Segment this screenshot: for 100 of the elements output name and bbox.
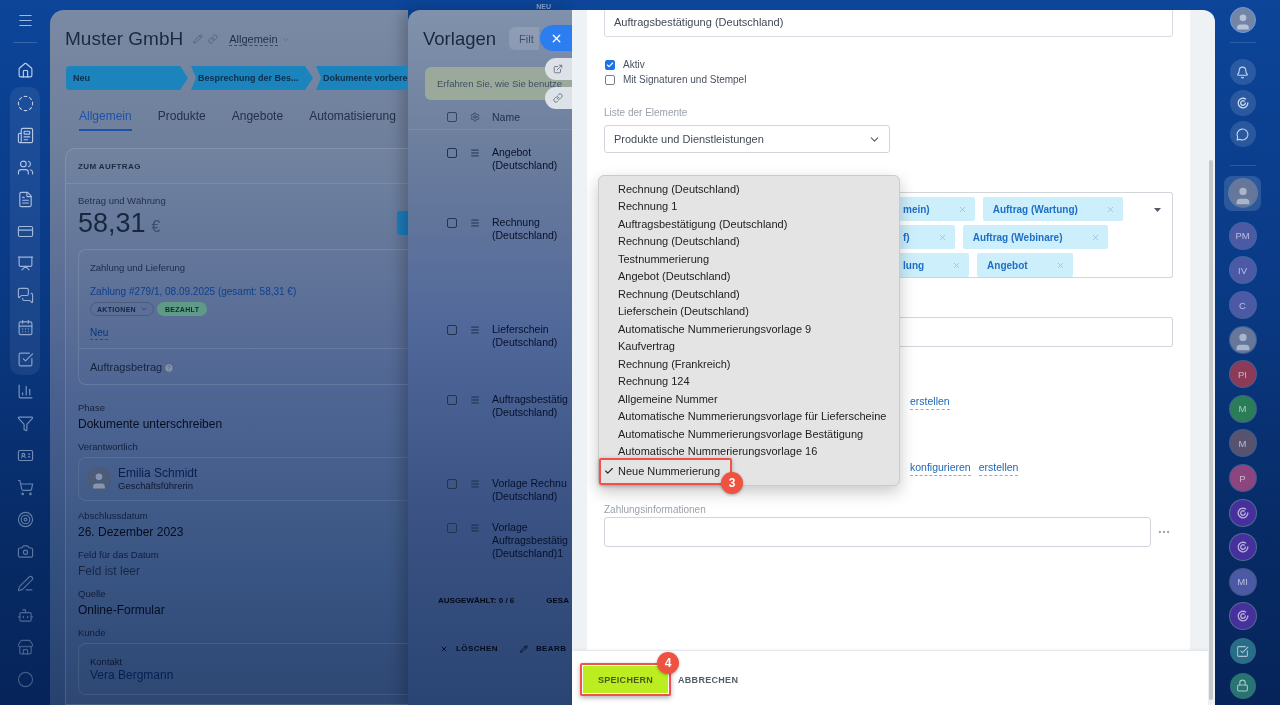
cancel-button[interactable]: ABBRECHEN bbox=[678, 666, 739, 693]
select-all-checkbox[interactable] bbox=[447, 111, 457, 122]
section-title: ZUM AUFTRAG bbox=[78, 161, 141, 171]
stage-step[interactable]: Neu bbox=[66, 66, 188, 90]
menu-item[interactable]: Kaufvertrag bbox=[599, 337, 899, 355]
field-label: Feld für das Datum bbox=[78, 549, 159, 561]
action-link[interactable]: konfigurieren bbox=[910, 461, 971, 476]
row-checkbox[interactable] bbox=[447, 217, 457, 228]
target-icon[interactable] bbox=[16, 510, 34, 528]
tag-select-field[interactable]: mein) Auftrag (Wartung) f) Auftrag (Webinare) lung Angebot bbox=[900, 192, 1173, 278]
menu-item[interactable]: Rechnung (Deutschland) bbox=[599, 180, 899, 198]
edit-button[interactable]: BEARB bbox=[519, 644, 567, 654]
input-field[interactable] bbox=[900, 317, 1173, 347]
row-checkbox[interactable] bbox=[447, 324, 457, 335]
field-label: Zahlung und Lieferung bbox=[90, 262, 186, 274]
caret-icon bbox=[139, 305, 148, 313]
menu-item[interactable]: Rechnung 124 bbox=[599, 372, 899, 390]
drag-handle-icon[interactable] bbox=[470, 324, 480, 335]
pencil-icon bbox=[519, 645, 528, 653]
menu-item[interactable]: Automatische Nummerierungsvorlage Bestätigung bbox=[599, 425, 899, 443]
camera-icon[interactable] bbox=[16, 542, 34, 560]
document-icon[interactable] bbox=[16, 190, 34, 208]
bell-icon[interactable] bbox=[1229, 59, 1256, 85]
row-checkbox[interactable] bbox=[447, 478, 457, 489]
category-dropdown[interactable]: Allgemein bbox=[229, 32, 290, 46]
template-name[interactable]: Rechnung (Deutschland) bbox=[492, 216, 572, 242]
calendar-icon[interactable] bbox=[16, 318, 34, 336]
copy-link-button[interactable] bbox=[545, 87, 572, 109]
template-name[interactable]: Auftragsbestätig (Deutschland) bbox=[492, 393, 572, 419]
drag-handle-icon[interactable] bbox=[470, 394, 480, 405]
template-name[interactable]: Vorlage Auftragsbestätig (Deutschland)1 bbox=[492, 521, 572, 560]
tab[interactable]: Produkte bbox=[157, 109, 206, 131]
delete-button[interactable]: LÖSCHEN bbox=[440, 644, 498, 654]
robot-icon[interactable] bbox=[16, 606, 34, 624]
new-link[interactable]: Neu bbox=[90, 327, 109, 340]
menu-item[interactable]: Rechnung (Deutschland) bbox=[599, 232, 899, 250]
menu-item[interactable]: Lieferschein (Deutschland) bbox=[599, 302, 899, 320]
selection-count: AUSGEWÄHLT: 0 / 6 bbox=[438, 596, 515, 606]
close-button[interactable] bbox=[540, 25, 572, 51]
cart-icon[interactable] bbox=[16, 478, 34, 496]
chat-icon[interactable] bbox=[1229, 121, 1256, 147]
checkbox[interactable] bbox=[605, 74, 615, 85]
menu-item[interactable]: Rechnung (Deutschland) bbox=[599, 285, 899, 303]
home-icon[interactable] bbox=[16, 61, 34, 79]
row-checkbox[interactable] bbox=[447, 147, 457, 158]
person-avatar[interactable] bbox=[87, 467, 111, 491]
dashed-circle-icon[interactable] bbox=[16, 94, 34, 112]
action-link[interactable]: erstellen bbox=[910, 395, 950, 410]
menu-item[interactable]: Rechnung (Frankreich) bbox=[599, 355, 899, 373]
row-checkbox[interactable] bbox=[447, 394, 457, 405]
bar-chart-icon[interactable] bbox=[16, 382, 34, 400]
close-icon bbox=[440, 645, 448, 653]
currency-symbol: € bbox=[151, 218, 161, 236]
drag-handle-icon[interactable] bbox=[470, 217, 480, 228]
list-select[interactable]: Produkte und Dienstleistungen bbox=[604, 125, 890, 153]
pen-icon[interactable] bbox=[16, 574, 34, 592]
user-avatar[interactable] bbox=[1229, 7, 1256, 33]
menu-item[interactable]: Automatische Nummerierungsvorlage 9 bbox=[599, 320, 899, 338]
drag-handle-icon[interactable] bbox=[470, 522, 480, 533]
open-window-button[interactable] bbox=[545, 58, 572, 80]
menu-item[interactable]: Automatische Nummerierungsvorlage 16 bbox=[599, 442, 899, 460]
newspaper-icon[interactable] bbox=[16, 126, 34, 144]
users-icon[interactable] bbox=[16, 158, 34, 176]
template-name[interactable]: Vorlage Rechnu (Deutschland) bbox=[492, 477, 572, 503]
menu-item[interactable]: Automatische Nummerierungsvorlage für Lieferscheine bbox=[599, 407, 899, 425]
swirl-icon[interactable] bbox=[1229, 90, 1256, 116]
person-name[interactable]: Emilia Schmidt bbox=[118, 466, 198, 480]
template-name[interactable]: Lieferschein (Deutschland) bbox=[492, 323, 572, 349]
menu-item[interactable]: Testnummerierung bbox=[599, 250, 899, 268]
tab[interactable]: Automatisierung bbox=[309, 109, 396, 131]
stage-step[interactable]: Dokumente vorbere bbox=[316, 66, 408, 90]
drag-handle-icon[interactable] bbox=[470, 147, 480, 158]
row-checkbox[interactable] bbox=[447, 522, 457, 533]
presentation-icon[interactable] bbox=[16, 254, 34, 272]
funnel-icon[interactable] bbox=[16, 414, 34, 432]
payment-info-field[interactable] bbox=[604, 516, 1151, 547]
caret-icon[interactable] bbox=[1154, 208, 1161, 212]
column-header[interactable]: Name bbox=[492, 110, 520, 123]
help-icon[interactable] bbox=[164, 362, 175, 373]
menu-item[interactable]: Auftragsbestätigung (Deutschland) bbox=[599, 215, 899, 233]
drag-handle-icon[interactable] bbox=[470, 478, 480, 489]
menu-item[interactable]: Allgemeine Nummer bbox=[599, 390, 899, 408]
scrollbar[interactable] bbox=[1209, 160, 1213, 700]
store-icon[interactable] bbox=[16, 638, 34, 656]
tab[interactable]: Angebote bbox=[231, 109, 284, 131]
checkbox-label[interactable]: Aktiv bbox=[623, 59, 645, 70]
stage-step[interactable]: Besprechung der Bes... bbox=[191, 66, 313, 90]
chat-icon[interactable] bbox=[16, 286, 34, 304]
menu-item[interactable]: Angebot (Deutschland) bbox=[599, 267, 899, 285]
checkbox-label[interactable]: Mit Signaturen und Stempel bbox=[623, 74, 747, 85]
action-link[interactable]: erstellen bbox=[978, 461, 1019, 476]
circle-icon[interactable] bbox=[16, 670, 34, 688]
name-field[interactable]: Auftragsbestätigung (Deutschland) bbox=[604, 10, 1173, 37]
external-link-icon bbox=[553, 64, 563, 74]
template-name[interactable]: Angebot (Deutschland) bbox=[492, 146, 572, 172]
checkbox-icon[interactable] bbox=[16, 350, 34, 368]
checkbox[interactable] bbox=[605, 59, 615, 70]
settings-icon[interactable] bbox=[470, 111, 480, 122]
menu-item[interactable]: Rechnung 1 bbox=[599, 197, 899, 215]
payment-link[interactable]: Zahlung #279/1, 08.09.2025 (gesamt: 58,31 €) bbox=[90, 286, 297, 298]
